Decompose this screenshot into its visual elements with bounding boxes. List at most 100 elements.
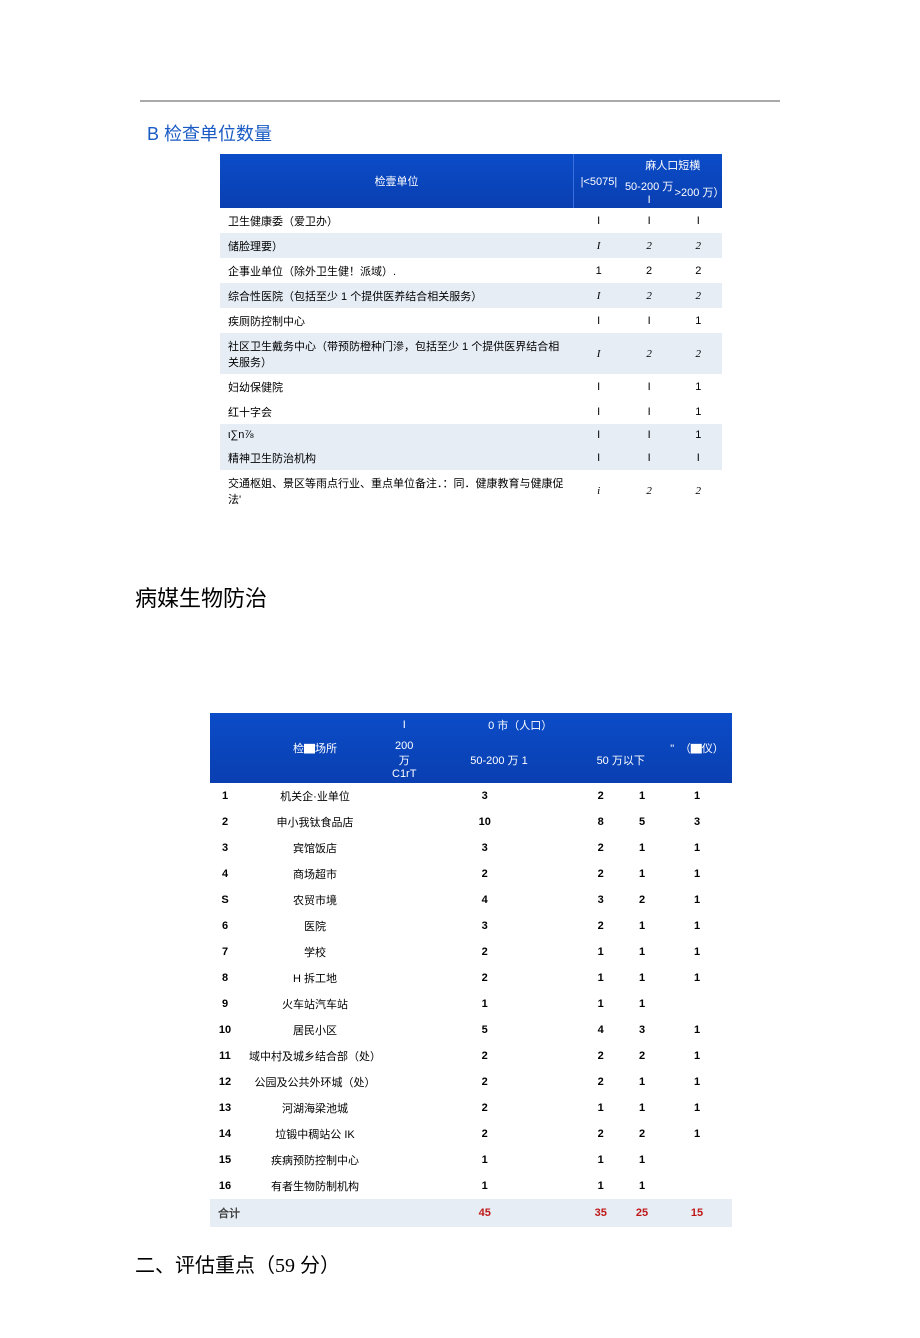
table1-c1: I [574,333,624,374]
table1-row: 企事业单位（除外卫生健！派域）.122 [220,258,722,283]
table2-row: 15疾病预防控制中心111 [210,1147,732,1173]
table2-row: 9火车站汽车站111 [210,991,732,1017]
table2-place: H 拆工地 [240,965,390,991]
table2-c2: 1 [579,991,622,1017]
table1-c1: 1 [574,258,624,283]
table2-c4 [662,1173,732,1199]
table2-c3: 1 [622,783,662,809]
table1-c1: I [574,308,624,333]
table1-c1: I [574,399,624,424]
table1-c3: 2 [675,283,722,308]
table2-c2: 2 [579,783,622,809]
table1-c3: 1 [675,399,722,424]
total-c3: 25 [622,1199,662,1227]
table2-c4: 1 [662,887,732,913]
table2-c4: 1 [662,1095,732,1121]
th2-quote: " （▇仪） [662,713,732,783]
table2-c3: 2 [622,887,662,913]
table1-c1: I [574,374,624,399]
table2-place: 学校 [240,939,390,965]
table1-c2: I [624,374,675,399]
table2-c3: 2 [622,1043,662,1069]
table2-c4 [662,1147,732,1173]
table2-c4: 1 [662,835,732,861]
table2-no: 10 [210,1017,240,1043]
heading-assessment: 二、评估重点（59 分） [135,1249,780,1278]
table2-place: 火车站汽车站 [240,991,390,1017]
table2-no: 1 [210,783,240,809]
table1-c1: i [574,470,624,511]
table2-no: 8 [210,965,240,991]
table2-place: 垃锻中稠站公 IK [240,1121,390,1147]
table2-no: S [210,887,240,913]
table2-c3: 1 [622,913,662,939]
table1-label: ι∑n⅞ [220,424,574,445]
table2-c3: 1 [622,861,662,887]
table1-label: 疾厕防控制中心 [220,308,574,333]
section-b-letter: B [147,124,159,144]
table2-c1: 5 [390,1017,579,1043]
table1-row: 精神卫生防治机构III [220,445,722,470]
table1-label: 企事业单位（除外卫生健！派域）. [220,258,574,283]
table2-c2: 3 [579,887,622,913]
heading-vector: 病媒生物防治 [135,581,780,613]
table2-row: 14垃锻中稠站公 IK2221 [210,1121,732,1147]
table2-row: 16有者生物防制机构111 [210,1173,732,1199]
th2-sub1: 50-200 万 1 [418,737,579,783]
table2-c1: 2 [390,861,579,887]
top-rule [140,100,780,102]
table2-c2: 2 [579,913,622,939]
table2-no: 9 [210,991,240,1017]
table2-c2: 1 [579,1173,622,1199]
table2-place: 医院 [240,913,390,939]
table1-row: 社区卫生戴务中心（带预防橙种门滲，包括至少 1 个提供医界结合相关服务）I22 [220,333,722,374]
table1-c3: 1 [675,424,722,445]
table2-no: 12 [210,1069,240,1095]
table2-no: 14 [210,1121,240,1147]
table2-c3: 1 [622,835,662,861]
table2-c1: 1 [390,1173,579,1199]
table1-label: 综合性医院（包括至少 1 个提供医养结合相关服务） [220,283,574,308]
table1-row: 交通枢姐、景区等雨点行业、重点单位备注．：同．健康教育与健康促法'i22 [220,470,722,511]
table2-row: S农贸市境4321 [210,887,732,913]
table2-c3: 1 [622,1173,662,1199]
table2-c1: 3 [390,783,579,809]
table2-c3: 5 [622,809,662,835]
table2-c4: 1 [662,965,732,991]
table1-c2: I [624,308,675,333]
table1-row: ι∑n⅞II1 [220,424,722,445]
table1-label: 精神卫生防治机构 [220,445,574,470]
table1-c1: I [574,233,624,258]
table2-c1: 1 [390,991,579,1017]
table2-c1: 3 [390,835,579,861]
th2-place: 检▇场所 [240,713,390,783]
table2-no: 6 [210,913,240,939]
table2-c2: 2 [579,861,622,887]
table2-row: 2申小我钛食品店10853 [210,809,732,835]
table2-no: 4 [210,861,240,887]
table2-c2: 2 [579,835,622,861]
table2-place: 机关企·业单位 [240,783,390,809]
table2-c1: 2 [390,1095,579,1121]
table2-c1: 3 [390,913,579,939]
table2-c1: 4 [390,887,579,913]
table1-row: 疾厕防控制中心II1 [220,308,722,333]
table2-no: 11 [210,1043,240,1069]
table1-label: 社区卫生戴务中心（带预防橙种门滲，包括至少 1 个提供医界结合相关服务） [220,333,574,374]
table1-c2: 2 [624,258,675,283]
table2-no: 3 [210,835,240,861]
table1-c2: 2 [624,470,675,511]
table1-c3: 2 [675,233,722,258]
table2-c3: 1 [622,991,662,1017]
table2-no: 15 [210,1147,240,1173]
table2-row: 8H 拆工地2111 [210,965,732,991]
th2-empty [622,713,662,737]
table2-row: 4商场超市2211 [210,861,732,887]
table2-c3: 1 [622,1147,662,1173]
table2-place: 宾馆饭店 [240,835,390,861]
th2-sub0: 200 万 C1rT [390,737,418,783]
th2-sub2: 50 万以下 [579,737,662,783]
table1-c1: I [574,283,624,308]
table2-c1: 2 [390,939,579,965]
table1-c3: I [675,445,722,470]
